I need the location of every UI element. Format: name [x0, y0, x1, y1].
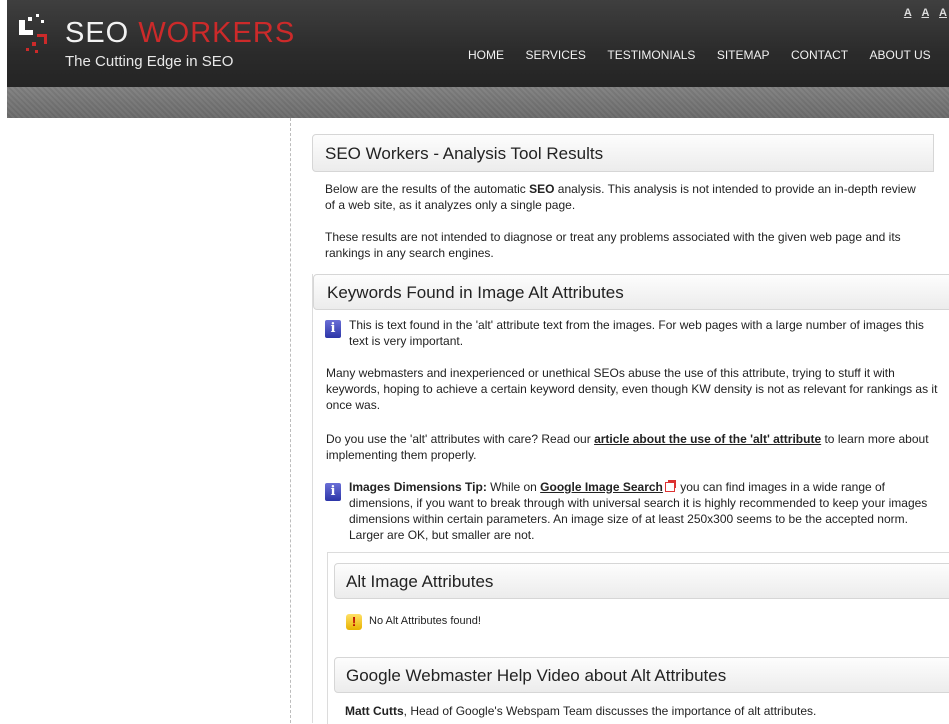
logo-word-seo: SEO	[65, 17, 130, 49]
intro-paragraph-2: These results are not intended to diagno…	[325, 230, 901, 260]
logo-word-workers: WORKERS	[138, 17, 296, 49]
article-text-a: Do you use the 'alt' attributes with car…	[326, 432, 595, 446]
nav-sitemap[interactable]: SITEMAP	[717, 48, 770, 62]
video-desc-text: , Head of Google's Webspam Team discusse…	[403, 704, 817, 718]
section-title-keywords: Keywords Found in Image Alt Attributes	[313, 274, 949, 310]
header-subbar	[7, 87, 949, 118]
warning-icon: !	[346, 614, 362, 630]
intro-1-bold: SEO	[529, 182, 555, 196]
tip-text-a: While on	[486, 480, 541, 494]
image-dimensions-tip: Images Dimensions Tip: While on Google I…	[349, 479, 945, 543]
site-header: SEO WORKERS The Cutting Edge in SEO A A …	[7, 0, 949, 87]
logo-wordmark[interactable]: SEO WORKERS	[65, 18, 295, 48]
section-title-help-video: Google Webmaster Help Video about Alt At…	[334, 657, 949, 693]
sidebar-divider	[290, 118, 291, 723]
article-link[interactable]: article about the use of the 'alt' attri…	[594, 432, 821, 446]
intro-paragraph-1: Below are the results of the automatic S…	[325, 181, 925, 213]
info-icon: i	[325, 483, 341, 501]
external-link-icon[interactable]	[664, 480, 676, 492]
nav-testimonials[interactable]: TESTIMONIALS	[607, 48, 695, 62]
logo-icon[interactable]	[15, 12, 59, 56]
info-icon: i	[325, 320, 341, 338]
nav-about-us[interactable]: ABOUT US	[870, 48, 931, 62]
intro-1-text-a: Below are the results of the automatic	[325, 182, 530, 196]
nav-services[interactable]: SERVICES	[525, 48, 585, 62]
font-size-medium[interactable]: A	[921, 7, 929, 19]
page-title: SEO Workers - Analysis Tool Results	[312, 134, 934, 172]
alt-attributes-box: Alt Image Attributes ! No Alt Attributes…	[327, 552, 949, 724]
nav-home[interactable]: HOME	[468, 48, 504, 62]
tagline: The Cutting Edge in SEO	[65, 53, 234, 70]
main-nav: HOME SERVICES TESTIMONIALS SITEMAP CONTA…	[468, 46, 931, 64]
alt-info-text: This is text found in the 'alt' attribut…	[349, 318, 924, 348]
video-description: Matt Cutts, Head of Google's Webspam Tea…	[345, 704, 816, 718]
tip-label: Images Dimensions Tip:	[349, 480, 487, 494]
google-image-search-link[interactable]: Google Image Search	[540, 480, 663, 494]
alt-article-paragraph: Do you use the 'alt' attributes with car…	[326, 431, 938, 463]
font-size-controls: A A A	[897, 7, 947, 19]
font-size-large[interactable]: A	[939, 7, 947, 19]
no-alt-message: No Alt Attributes found!	[369, 615, 481, 627]
alt-abuse-paragraph: Many webmasters and inexperienced or une…	[326, 366, 938, 412]
keywords-section: Keywords Found in Image Alt Attributes i…	[312, 274, 949, 724]
video-author: Matt Cutts	[345, 704, 404, 718]
section-title-alt-attributes: Alt Image Attributes	[334, 563, 949, 599]
font-size-small[interactable]: A	[904, 7, 912, 19]
nav-contact[interactable]: CONTACT	[791, 48, 848, 62]
